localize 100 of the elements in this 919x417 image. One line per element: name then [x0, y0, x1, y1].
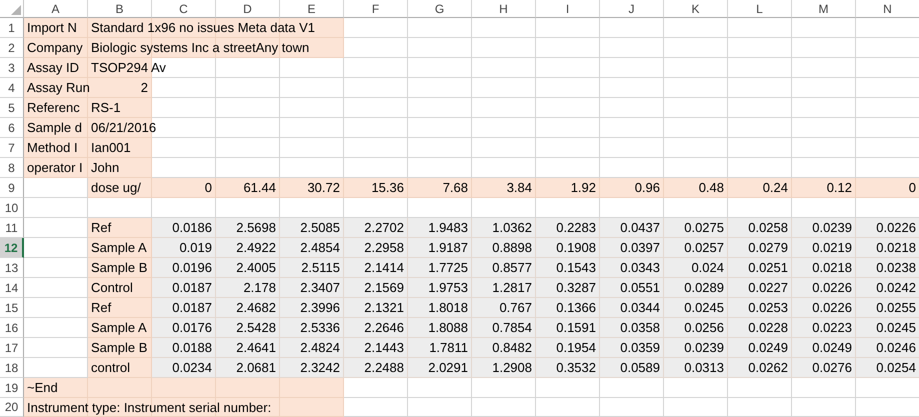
column-header[interactable]: G — [408, 0, 472, 18]
row-header[interactable]: 16 — [0, 318, 24, 338]
cell-value: 2.2958 — [364, 240, 404, 255]
cell-value: Biologic systems Inc a streetAny town — [91, 40, 310, 55]
column-header[interactable]: J — [600, 0, 664, 18]
grid-cell — [216, 78, 280, 98]
row-header[interactable]: 15 — [0, 298, 24, 318]
cell-value: 1.7725 — [428, 260, 468, 275]
cell-value: 2.1569 — [364, 280, 404, 295]
grid-cell — [536, 398, 600, 417]
grid-cell — [600, 58, 664, 78]
cell-value: 0.0176 — [172, 320, 212, 335]
cell-value: 2.178 — [243, 280, 276, 295]
cell-value: 0.0228 — [748, 320, 788, 335]
grid-cell — [344, 138, 408, 158]
column-header[interactable]: M — [792, 0, 856, 18]
row-header[interactable]: 6 — [0, 118, 24, 138]
cell-value: 0.0245 — [684, 300, 724, 315]
cell-value: 0.0249 — [812, 340, 852, 355]
grid-cell — [664, 138, 728, 158]
cell-value: RS-1 — [91, 100, 121, 115]
cell-value: 2.1414 — [364, 260, 404, 275]
cell-value: 0.0226 — [812, 280, 852, 295]
row-header[interactable]: 1 — [0, 18, 24, 38]
cell-value: Referenc — [27, 100, 80, 115]
grid-cell — [664, 78, 728, 98]
select-all-icon[interactable] — [11, 5, 21, 15]
cell-value: 0.24 — [762, 180, 788, 195]
row-header[interactable]: 7 — [0, 138, 24, 158]
cell-value: 06/21/2016 — [91, 120, 156, 135]
grid-cell — [792, 38, 856, 58]
cell-value: 0.0313 — [684, 360, 724, 375]
cell-value: 0.96 — [634, 180, 660, 195]
column-header[interactable]: L — [728, 0, 792, 18]
column-header[interactable]: F — [344, 0, 408, 18]
cell-value: 2.4854 — [300, 240, 340, 255]
column-header[interactable]: A — [24, 0, 88, 18]
cell-value: 1.2817 — [492, 280, 532, 295]
row-header[interactable]: 11 — [0, 218, 24, 238]
row-header[interactable]: 19 — [0, 378, 24, 398]
row-header[interactable]: 20 — [0, 398, 24, 417]
cell-value: 0.0223 — [812, 320, 852, 335]
cell-value: 1.7811 — [429, 340, 468, 355]
grid-cell — [792, 58, 856, 78]
column-header[interactable]: B — [88, 0, 152, 18]
grid-cell — [472, 78, 536, 98]
grid-cell — [600, 18, 664, 38]
row-header[interactable]: 9 — [0, 178, 24, 198]
row-header[interactable]: 4 — [0, 78, 24, 98]
cell-value: 0.0437 — [620, 220, 660, 235]
cell-value: 2 — [140, 80, 148, 95]
grid-cell — [152, 98, 216, 118]
cell-value: 0.0397 — [620, 240, 660, 255]
cell-value: 2.4682 — [236, 300, 276, 315]
cell-value: 0.024 — [691, 260, 724, 275]
cell-value: Control — [91, 280, 133, 295]
cell-value: Ref — [91, 220, 112, 235]
cell-value: control — [91, 360, 130, 375]
row-header[interactable]: 17 — [0, 338, 24, 358]
cell-value: 0.0238 — [876, 260, 916, 275]
column-header[interactable]: I — [536, 0, 600, 18]
column-header[interactable]: D — [216, 0, 280, 18]
cell-value: 0.0188 — [172, 340, 212, 355]
row-header[interactable]: 5 — [0, 98, 24, 118]
column-header[interactable]: E — [280, 0, 344, 18]
row-header[interactable]: 8 — [0, 158, 24, 178]
grid-cell — [408, 78, 472, 98]
cell-value: Sample d — [27, 120, 82, 135]
grid-cell — [408, 118, 472, 138]
cell-value: 1.8088 — [428, 320, 468, 335]
row-header[interactable]: 2 — [0, 38, 24, 58]
cell-value: 0.0589 — [620, 360, 660, 375]
cell-value: 0.1543 — [556, 260, 596, 275]
row-header[interactable]: 12 — [0, 238, 24, 258]
row-header[interactable]: 10 — [0, 198, 24, 218]
row-header[interactable]: 3 — [0, 58, 24, 78]
cell-value: 0.0254 — [876, 360, 916, 375]
cell-value: 1.9187 — [428, 240, 468, 255]
grid-cell — [600, 118, 664, 138]
column-header[interactable]: H — [472, 0, 536, 18]
cell-value: Method I — [27, 140, 78, 155]
row-header[interactable]: 13 — [0, 258, 24, 278]
cell-value: 0.0253 — [748, 300, 788, 315]
column-header[interactable]: C — [152, 0, 216, 18]
cell-value: 0.0239 — [812, 220, 852, 235]
cell-value: 0.0275 — [684, 220, 724, 235]
cell-value: 0.0257 — [684, 240, 724, 255]
row-header[interactable]: 18 — [0, 358, 24, 378]
column-header[interactable]: K — [664, 0, 728, 18]
grid-cell — [344, 98, 408, 118]
grid-cell — [792, 18, 856, 38]
grid-cell — [536, 38, 600, 58]
cell-value: 0.0218 — [812, 260, 852, 275]
row-header[interactable]: 14 — [0, 278, 24, 298]
cell-value: 0.767 — [499, 300, 532, 315]
grid-cell — [472, 98, 536, 118]
grid-cell — [216, 138, 280, 158]
grid-cell — [728, 18, 792, 38]
cell-value: 1.92 — [570, 180, 596, 195]
cell-value: 1.9753 — [428, 280, 468, 295]
